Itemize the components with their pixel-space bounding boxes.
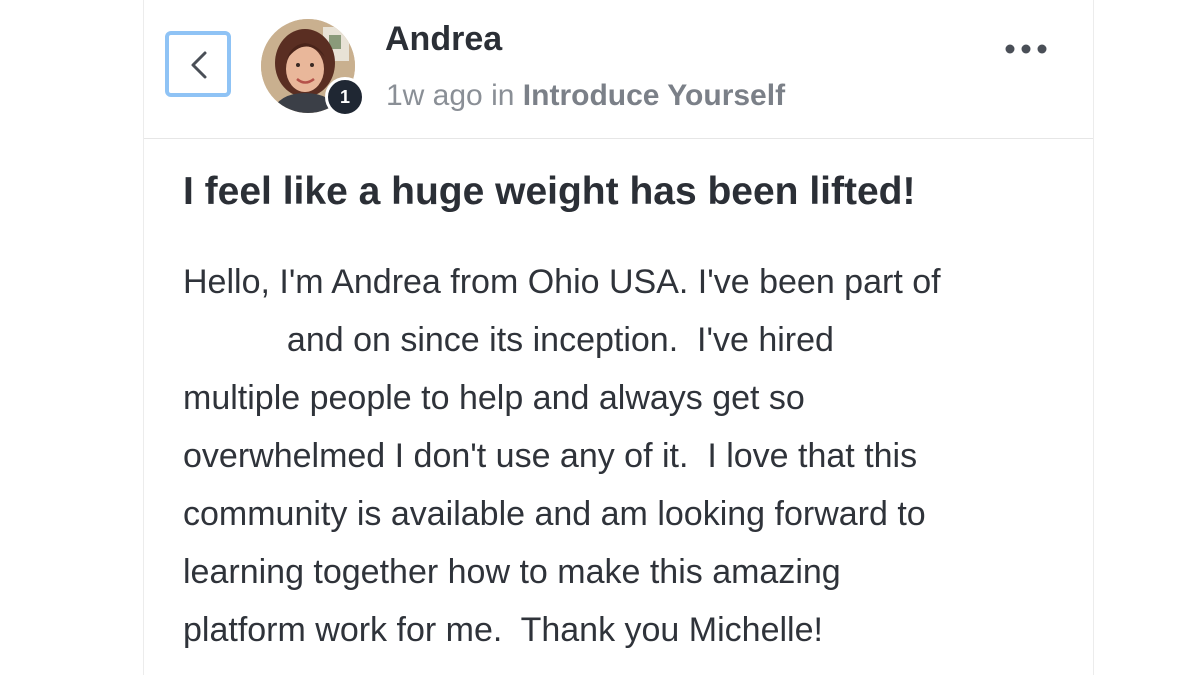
post-time: 1w ago [386, 79, 483, 112]
channel-link[interactable]: Introduce Yourself [523, 79, 785, 112]
post-body-line: community is available and am looking fo… [183, 495, 926, 533]
back-button[interactable] [165, 31, 231, 97]
post-body-line: platform work for me. Thank you Michelle… [183, 611, 823, 649]
post-in-word: in [491, 79, 515, 112]
more-options-button[interactable] [1002, 38, 1050, 60]
author-name[interactable]: Andrea [385, 20, 502, 59]
post-meta: 1w ago in Introduce Yourself [386, 79, 785, 113]
level-badge: 1 [325, 77, 365, 117]
post-body-line: learning together how to make this amazi… [183, 553, 841, 591]
redacted-surname [517, 22, 647, 62]
post-body-line: Hello, I'm Andrea from Ohio USA. I've be… [183, 263, 941, 301]
chevron-left-icon [191, 51, 207, 79]
post-card: 1 Andrea 1w ago in Introduce Yourself I … [143, 0, 1094, 675]
more-horizontal-icon [1005, 44, 1047, 54]
post-body: Hello, I'm Andrea from Ohio USA. I've be… [183, 253, 1063, 659]
post-header: 1 Andrea 1w ago in Introduce Yourself [144, 0, 1093, 139]
post-body-line: overwhelmed I don't use any of it. I lov… [183, 437, 918, 475]
post-title: I feel like a huge weight has been lifte… [183, 170, 916, 213]
post-body-line: multiple people to help and always get s… [183, 379, 805, 417]
post-body-line: and on since its inception. I've hired [183, 321, 834, 359]
